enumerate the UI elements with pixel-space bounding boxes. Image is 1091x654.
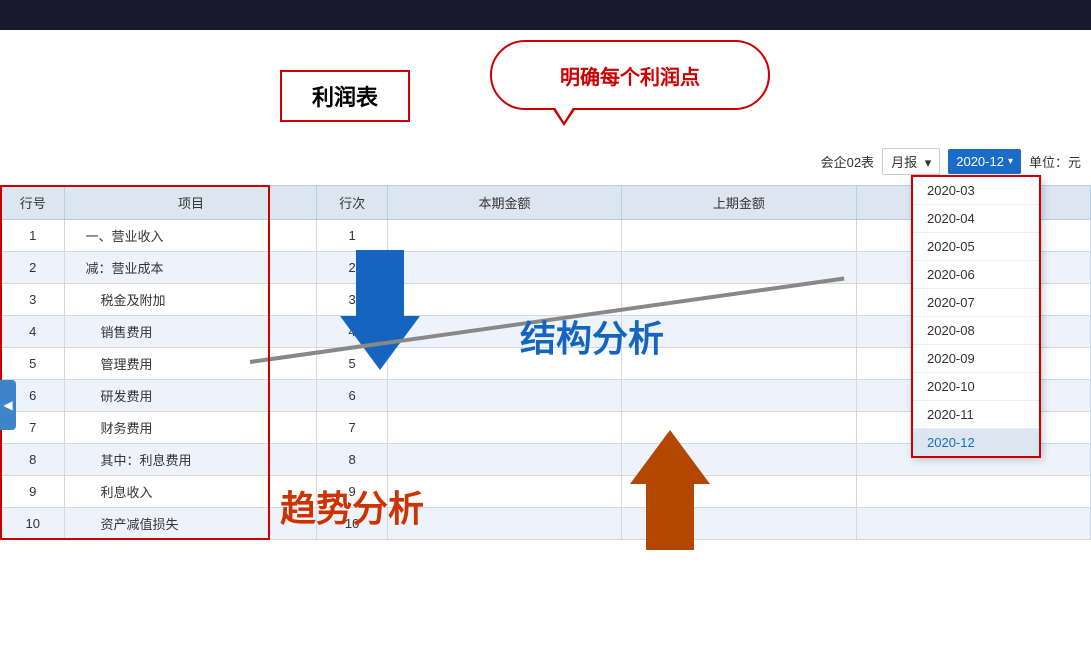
col-header-seq: 行次 [317,186,387,220]
header-area: 会企02表 月报 ▾ 2020-12 ▾ 单位：元 [821,148,1081,175]
period-value-button[interactable]: 2020-12 ▾ [948,149,1021,174]
cell-id: 5 [1,348,65,380]
cell-item: 税金及附加 [65,284,317,316]
title-label: 利润表 [312,85,378,110]
cell-id: 4 [1,316,65,348]
struct-analysis-label: 结构分析 [520,310,664,362]
dropdown-item[interactable]: 2020-12 [913,429,1039,456]
cell-item: 一、营业收入 [65,220,317,252]
table-row: 9利息收入9 [1,476,1091,508]
expand-icon: ◀ [3,398,12,412]
side-expand-button[interactable]: ◀ [0,380,16,430]
cell-prev [622,412,856,444]
trend-analysis-label: 趋势分析 [280,480,424,532]
dropdown-item[interactable]: 2020-06 [913,261,1039,289]
table-row: 10资产减值损失10 [1,508,1091,540]
cell-id: 8 [1,444,65,476]
cell-current [387,412,621,444]
cell-id: 9 [1,476,65,508]
dropdown-item[interactable]: 2020-11 [913,401,1039,429]
dropdown-item[interactable]: 2020-04 [913,205,1039,233]
cell-id: 10 [1,508,65,540]
dropdown-item[interactable]: 2020-05 [913,233,1039,261]
cell-seq: 7 [317,412,387,444]
dropdown-item[interactable]: 2020-07 [913,289,1039,317]
col-header-current: 本期金额 [387,186,621,220]
cell-current [387,380,621,412]
cell-current [387,220,621,252]
cell-seq: 8 [317,444,387,476]
cell-item: 销售费用 [65,316,317,348]
dropdown-item[interactable]: 2020-09 [913,345,1039,373]
callout-text: 明确每个利润点 [560,61,700,90]
cell-id: 2 [1,252,65,284]
cell-prev [622,380,856,412]
period-dropdown-menu: 2020-032020-042020-052020-062020-072020-… [911,175,1041,458]
cell-item: 研发费用 [65,380,317,412]
title-box: 利润表 [280,70,410,122]
cell-id: 1 [1,220,65,252]
cell-year [856,476,1090,508]
chevron-down-icon: ▾ [1008,156,1013,167]
period-type-select[interactable]: 月报 ▾ [882,148,940,175]
unit-label: 单位：元 [1029,152,1081,171]
main-container: 明确每个利润点 利润表 会企02表 月报 ▾ 2020-12 ▾ 单位：元 行号… [0,30,1091,654]
company-label: 会企02表 [821,152,874,171]
top-bar [0,0,1091,30]
cell-item: 管理费用 [65,348,317,380]
dropdown-item[interactable]: 2020-10 [913,373,1039,401]
callout-bubble: 明确每个利润点 [490,40,770,110]
cell-id: 3 [1,284,65,316]
dropdown-item[interactable]: 2020-03 [913,177,1039,205]
cell-prev [622,220,856,252]
cell-seq: 1 [317,220,387,252]
cell-current [387,252,621,284]
col-header-id: 行号 [1,186,65,220]
cell-seq: 6 [317,380,387,412]
cell-item: 其中：利息费用 [65,444,317,476]
dropdown-item[interactable]: 2020-08 [913,317,1039,345]
cell-current [387,444,621,476]
cell-year [856,508,1090,540]
cell-item: 减：营业成本 [65,252,317,284]
col-header-item: 项目 [65,186,317,220]
cell-item: 财务费用 [65,412,317,444]
col-header-prev: 上期金额 [622,186,856,220]
